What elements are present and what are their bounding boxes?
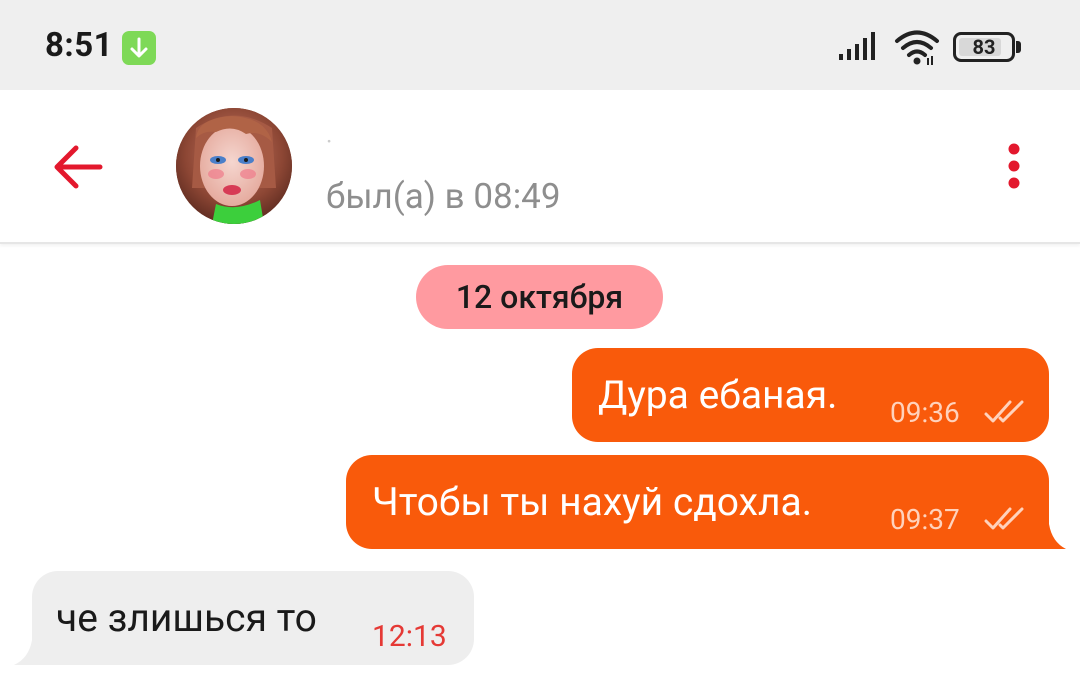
status-bar: 8:51 83 (0, 0, 1080, 90)
chat-header: · был(а) в 08:49 (0, 90, 1080, 244)
message-text: Дура ебаная. (598, 372, 838, 418)
download-badge-icon (122, 31, 156, 65)
message-bubble-outgoing[interactable]: Чтобы ты нахуй сдохла. 09:37 (346, 455, 1049, 549)
message-time: 09:37 (890, 503, 960, 536)
status-time: 8:51 (45, 26, 114, 65)
message-text: Чтобы ты нахуй сдохла. (372, 479, 813, 525)
bubble-tail (1040, 524, 1066, 549)
battery-tip (1016, 41, 1021, 53)
double-check-icon (984, 507, 1024, 530)
cell-signal-icon (839, 32, 875, 60)
message-time: 12:13 (372, 619, 447, 654)
message-bubble-incoming[interactable]: че злишься то 12:13 (32, 571, 474, 665)
bubble-tail (14, 640, 36, 665)
last-seen-status: был(а) в 08:49 (326, 176, 561, 217)
date-separator-chip: 12 октября (416, 265, 663, 329)
double-check-icon (984, 400, 1024, 423)
contact-avatar[interactable] (176, 108, 292, 224)
message-bubble-outgoing[interactable]: Дура ебаная. 09:36 (572, 348, 1049, 442)
more-vert-icon[interactable] (994, 138, 1034, 198)
back-arrow-icon[interactable] (48, 138, 106, 196)
contact-name: · (326, 128, 333, 156)
message-time: 09:36 (890, 396, 960, 429)
wifi-icon (895, 30, 939, 65)
message-text: че злишься то (56, 595, 317, 641)
battery-icon: 83 (953, 32, 1015, 62)
battery-level-text: 83 (972, 35, 996, 59)
